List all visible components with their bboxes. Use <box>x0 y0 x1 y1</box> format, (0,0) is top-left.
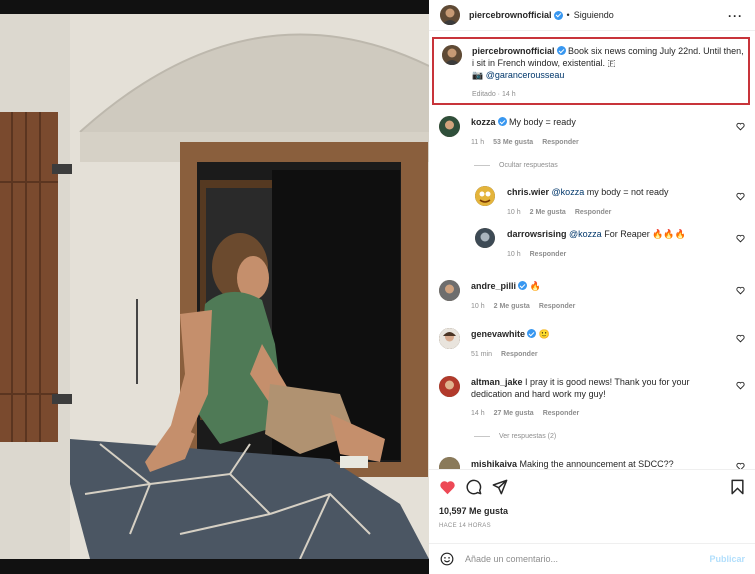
heart-icon[interactable] <box>736 334 745 343</box>
caption-author[interactable]: piercebrownofficial <box>472 46 555 56</box>
heart-icon[interactable] <box>736 462 745 469</box>
verified-icon <box>497 117 507 126</box>
replier-avatar[interactable] <box>475 228 495 248</box>
comment-username[interactable]: andre_pilli <box>471 281 516 291</box>
commenter-avatar[interactable] <box>439 280 460 301</box>
reply-username[interactable]: chris.wier <box>507 187 549 197</box>
comment-composer: Publicar <box>429 544 755 574</box>
comment-input[interactable] <box>465 551 695 567</box>
reply-text: For Reaper 🔥🔥🔥 <box>604 229 686 239</box>
hide-replies-toggle[interactable]: Ocultar respuestas <box>474 162 558 169</box>
comment-icon[interactable] <box>466 479 482 495</box>
bookmark-icon[interactable] <box>730 479 745 495</box>
reply-time[interactable]: 10 h <box>507 251 521 258</box>
heart-icon[interactable] <box>736 234 745 243</box>
post-photo[interactable] <box>0 0 429 574</box>
reply-username[interactable]: darrowsrising <box>507 229 567 239</box>
commenter-avatar[interactable] <box>439 457 460 469</box>
post-header: piercebrownofficial • Siguiendo ··· <box>429 0 755 30</box>
reply-likes[interactable]: 2 Me gusta <box>530 209 566 216</box>
heart-icon[interactable] <box>439 479 456 496</box>
reply-button[interactable]: Responder <box>501 351 538 358</box>
comment-likes[interactable]: 27 Me gusta <box>494 410 534 417</box>
header-divider <box>429 30 755 31</box>
hide-replies-label[interactable]: Ocultar respuestas <box>499 162 558 169</box>
photo-scene <box>0 14 429 559</box>
camera-emoji: 📷 <box>472 70 484 80</box>
comment-time[interactable]: 14 h <box>471 410 485 417</box>
commenter-avatar[interactable] <box>439 328 460 349</box>
photo-illustration <box>0 14 429 559</box>
actions-divider <box>429 469 755 470</box>
caption-highlight: piercebrownofficial Book six news coming… <box>432 37 750 105</box>
post-panel: piercebrownofficial • Siguiendo ··· pier… <box>429 0 755 574</box>
toggle-line <box>474 436 490 437</box>
comment-time[interactable]: 51 min <box>471 351 492 358</box>
post-age[interactable]: HACE 14 HORAS <box>439 523 491 529</box>
following-button[interactable]: Siguiendo <box>574 10 614 20</box>
comment-text: My body = ready <box>509 117 576 127</box>
action-bar <box>429 475 755 501</box>
caption-avatar[interactable] <box>442 45 462 65</box>
heart-icon[interactable] <box>736 286 745 295</box>
comment-time[interactable]: 10 h <box>471 303 485 310</box>
verified-icon <box>518 281 528 290</box>
reply-time[interactable]: 10 h <box>507 209 521 216</box>
author-username[interactable]: piercebrownofficial <box>469 10 552 20</box>
caption-mention[interactable]: @garancerousseau <box>486 70 565 80</box>
verified-icon <box>556 46 566 55</box>
verified-icon <box>553 10 563 20</box>
reply-text: my body = not ready <box>586 187 669 197</box>
caption-text: piercebrownofficial Book six news coming… <box>472 45 747 81</box>
emoji-icon[interactable] <box>440 552 454 566</box>
author-avatar[interactable] <box>440 5 460 25</box>
separator-dot: • <box>566 10 570 20</box>
view-replies-label[interactable]: Ver respuestas (2) <box>499 433 556 440</box>
heart-icon[interactable] <box>736 192 745 201</box>
heart-icon[interactable] <box>736 122 745 131</box>
publish-button[interactable]: Publicar <box>709 554 745 564</box>
verified-icon <box>527 329 537 338</box>
reply-button[interactable]: Responder <box>539 303 576 310</box>
share-icon[interactable] <box>492 479 508 495</box>
comment-likes[interactable]: 53 Me gusta <box>493 139 533 146</box>
commenter-avatar[interactable] <box>439 116 460 137</box>
replier-avatar[interactable] <box>475 186 495 206</box>
comment-username[interactable]: altman_jake <box>471 377 523 387</box>
commenter-avatar[interactable] <box>439 376 460 397</box>
comment-text: Making the announcement at SDCC?? <box>519 459 674 469</box>
reply-button[interactable]: Responder <box>542 139 579 146</box>
reply-button[interactable]: Responder <box>575 209 612 216</box>
reply-button[interactable]: Responder <box>543 410 580 417</box>
comment-username[interactable]: genevawhite <box>471 329 525 339</box>
caption-meta: Editado · 14 h <box>472 91 516 98</box>
comment-username[interactable]: kozza <box>471 117 496 127</box>
comment-time[interactable]: 11 h <box>471 139 484 146</box>
comment: mishikaiva Making the announcement at SD… <box>429 457 755 469</box>
comment-likes[interactable]: 2 Me gusta <box>494 303 530 310</box>
reply-mention[interactable]: @kozza <box>569 229 602 239</box>
reply-button[interactable]: Responder <box>530 251 567 258</box>
reply-mention[interactable]: @kozza <box>552 187 585 197</box>
toggle-line <box>474 165 490 166</box>
view-replies-toggle[interactable]: Ver respuestas (2) <box>474 433 556 440</box>
likes-count[interactable]: 10,597 Me gusta <box>439 506 508 516</box>
more-icon[interactable]: ··· <box>728 9 743 23</box>
comment-text: 🔥 <box>529 281 541 291</box>
comment-username[interactable]: mishikaiva <box>471 459 517 469</box>
heart-icon[interactable] <box>736 381 745 390</box>
comment-text: 🙂 <box>538 329 550 339</box>
